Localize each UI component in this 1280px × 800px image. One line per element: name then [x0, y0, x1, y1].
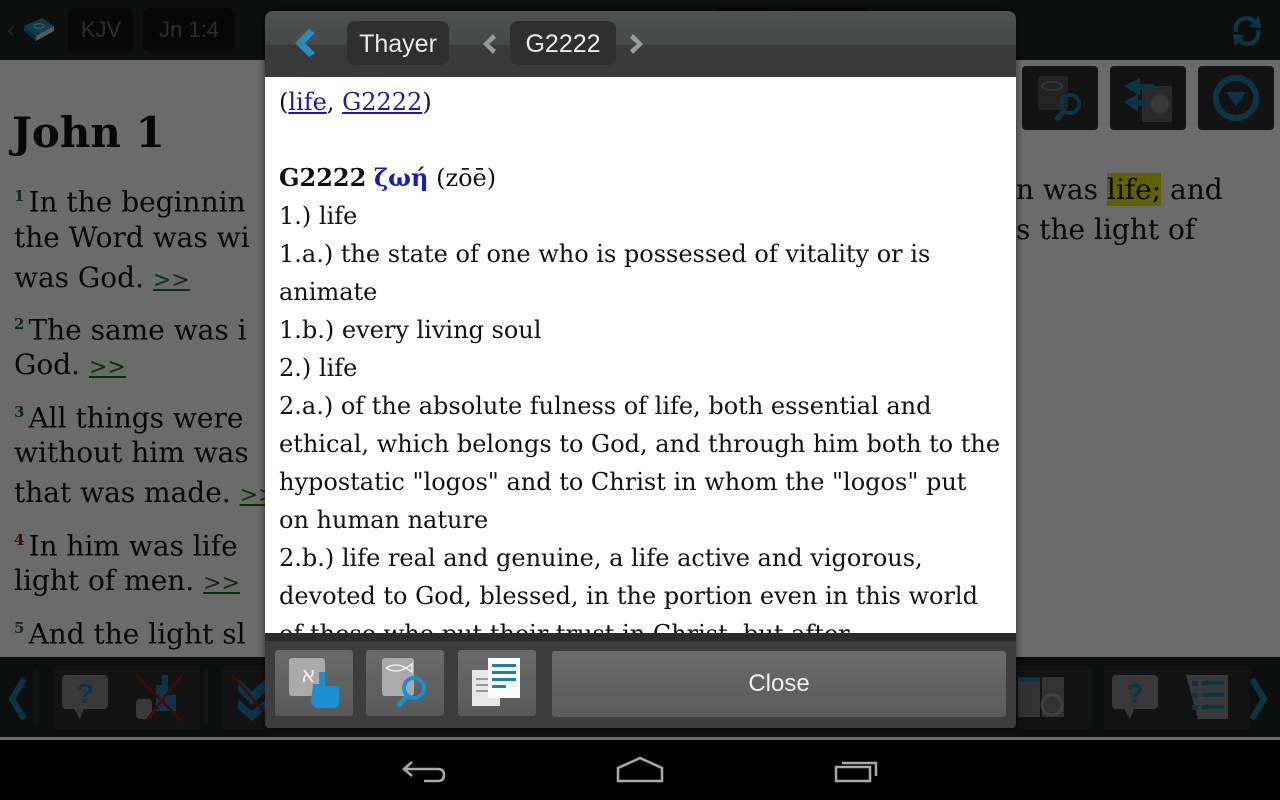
reference-line: (life, G2222)	[279, 88, 432, 116]
original-language-button[interactable]: א	[275, 650, 353, 716]
entry-heading: G2222 ζωή (zōē)	[279, 159, 1002, 197]
entry-strongs-number: G2222	[279, 163, 367, 192]
recents-icon[interactable]	[828, 754, 888, 788]
dialog-header: Thayer G2222	[265, 11, 1016, 77]
definition-item: 2.b.) life real and genuine, a life acti…	[279, 544, 978, 633]
definition-item: 1.b.) every living soul	[279, 316, 542, 344]
copy-document-icon	[472, 658, 520, 706]
system-navigation-bar	[0, 740, 1280, 800]
back-icon[interactable]	[394, 754, 454, 788]
close-button[interactable]: Close	[552, 651, 1006, 717]
definition-item: 2.) life	[279, 354, 358, 382]
dictionary-entry-content[interactable]: (life, G2222) G2222 ζωή (zōē) 1.) life 1…	[265, 77, 1016, 633]
definition-item: 1.a.) the state of one who is possessed …	[279, 240, 931, 306]
dialog-back-icon[interactable]	[287, 25, 321, 61]
dictionary-dialog: Thayer G2222 (life, G2222) G2222 ζωή (zō…	[265, 11, 1016, 728]
hebrew-touch-icon: א	[289, 658, 339, 708]
definition-item: 1.) life	[279, 202, 358, 230]
strongs-link[interactable]: G2222	[342, 88, 422, 116]
definition-item: 2.a.) of the absolute fulness of life, b…	[279, 392, 1001, 534]
greek-word: ζωή	[373, 163, 429, 192]
search-bible-icon	[382, 658, 426, 708]
dialog-divider	[265, 633, 1016, 641]
next-entry-icon[interactable]	[627, 30, 649, 58]
copy-button[interactable]	[458, 650, 536, 716]
strongs-number-selector[interactable]: G2222	[510, 21, 616, 65]
dialog-footer: א Close	[265, 641, 1016, 728]
transliteration: (zōē)	[436, 164, 497, 192]
search-bible-button-dialog[interactable]	[366, 650, 444, 716]
word-link[interactable]: life	[288, 88, 326, 116]
home-icon[interactable]	[610, 754, 670, 788]
dictionary-selector[interactable]: Thayer	[347, 21, 449, 65]
previous-entry-icon[interactable]	[477, 30, 499, 58]
